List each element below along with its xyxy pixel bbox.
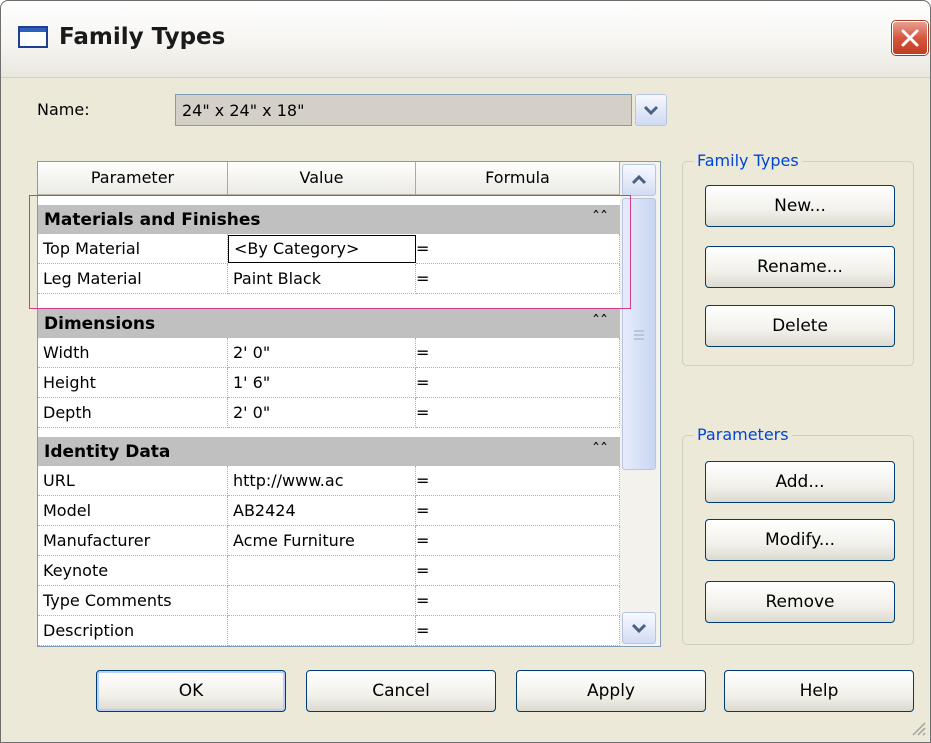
ok-button[interactable]: OK xyxy=(96,670,286,712)
modify-parameter-button[interactable]: Modify... xyxy=(705,519,895,561)
resize-grip-icon[interactable] xyxy=(909,719,927,737)
chevron-down-icon xyxy=(643,105,659,116)
group-header-identity[interactable]: Identity Data ˆˆ xyxy=(38,436,620,466)
param-name: Type Comments xyxy=(38,586,228,616)
apply-button-label: Apply xyxy=(587,681,635,701)
value-cell[interactable]: http://www.ac xyxy=(228,466,416,496)
ok-button-label: OK xyxy=(178,681,204,701)
delete-button-label: Delete xyxy=(772,316,828,336)
param-name: Height xyxy=(38,368,228,398)
add-parameter-button[interactable]: Add... xyxy=(705,461,895,503)
value-cell[interactable] xyxy=(228,586,416,616)
scroll-down-button[interactable] xyxy=(622,612,656,644)
remove-button-label: Remove xyxy=(765,592,835,612)
add-button-label: Add... xyxy=(775,472,825,492)
param-name: Depth xyxy=(38,398,228,428)
close-button[interactable] xyxy=(892,21,928,55)
new-button-label: New... xyxy=(774,196,826,216)
group-title: Identity Data xyxy=(44,442,171,462)
rename-button[interactable]: Rename... xyxy=(705,246,895,288)
formula-cell[interactable]: = xyxy=(416,466,620,496)
apply-button[interactable]: Apply xyxy=(516,670,706,712)
param-name: Model xyxy=(38,496,228,526)
formula-cell[interactable]: = xyxy=(416,586,620,616)
value-cell[interactable]: AB2424 xyxy=(228,496,416,526)
chevron-down-icon xyxy=(631,623,647,634)
new-button[interactable]: New... xyxy=(705,185,895,227)
value-cell[interactable]: Acme Furniture xyxy=(228,526,416,556)
value-cell[interactable]: 2' 0" xyxy=(228,398,416,428)
param-name: Keynote xyxy=(38,556,228,586)
formula-cell[interactable]: = xyxy=(416,338,620,368)
column-header-value[interactable]: Value xyxy=(228,162,416,196)
name-label: Name: xyxy=(37,100,90,119)
chevron-up-icon xyxy=(631,174,647,185)
cancel-button-label: Cancel xyxy=(372,681,430,701)
close-icon xyxy=(901,29,919,47)
column-header-parameter[interactable]: Parameter xyxy=(38,162,228,196)
value-cell[interactable] xyxy=(228,616,416,646)
name-dropdown-button[interactable] xyxy=(635,94,667,126)
parameters-group-title: Parameters xyxy=(694,425,792,444)
formula-cell[interactable]: = xyxy=(416,556,620,586)
rename-button-label: Rename... xyxy=(757,257,843,277)
column-header-formula[interactable]: Formula xyxy=(416,162,620,196)
family-types-group-title: Family Types xyxy=(694,151,802,170)
formula-cell[interactable]: = xyxy=(416,616,620,646)
help-button-label: Help xyxy=(799,681,839,701)
param-name: URL xyxy=(38,466,228,496)
param-name: Width xyxy=(38,338,228,368)
family-types-dialog: Family Types Name: 24" x 24" x 18" Param… xyxy=(0,0,931,743)
group-title: Dimensions xyxy=(44,314,156,334)
cancel-button[interactable]: Cancel xyxy=(306,670,496,712)
param-name: Description xyxy=(38,616,228,646)
title-bar[interactable]: Family Types xyxy=(1,1,930,78)
dialog-title: Family Types xyxy=(59,24,226,50)
value-cell[interactable]: 1' 6" xyxy=(228,368,416,398)
collapse-icon[interactable]: ˆˆ xyxy=(592,312,608,331)
formula-cell[interactable]: = xyxy=(416,398,620,428)
name-select[interactable]: 24" x 24" x 18" xyxy=(175,94,632,126)
formula-cell[interactable]: = xyxy=(416,526,620,556)
highlight-box xyxy=(29,195,631,309)
group-header-dimensions[interactable]: Dimensions ˆˆ xyxy=(38,308,620,338)
formula-cell[interactable]: = xyxy=(416,496,620,526)
help-button[interactable]: Help xyxy=(724,670,914,712)
value-cell[interactable]: 2' 0" xyxy=(228,338,416,368)
window-icon xyxy=(18,26,48,48)
scroll-up-button[interactable] xyxy=(622,164,656,196)
collapse-icon[interactable]: ˆˆ xyxy=(592,440,608,459)
delete-button[interactable]: Delete xyxy=(705,305,895,347)
value-cell[interactable] xyxy=(228,556,416,586)
formula-cell[interactable]: = xyxy=(416,368,620,398)
param-name: Manufacturer xyxy=(38,526,228,556)
remove-parameter-button[interactable]: Remove xyxy=(705,581,895,623)
modify-button-label: Modify... xyxy=(764,530,836,550)
name-select-value: 24" x 24" x 18" xyxy=(182,101,305,120)
